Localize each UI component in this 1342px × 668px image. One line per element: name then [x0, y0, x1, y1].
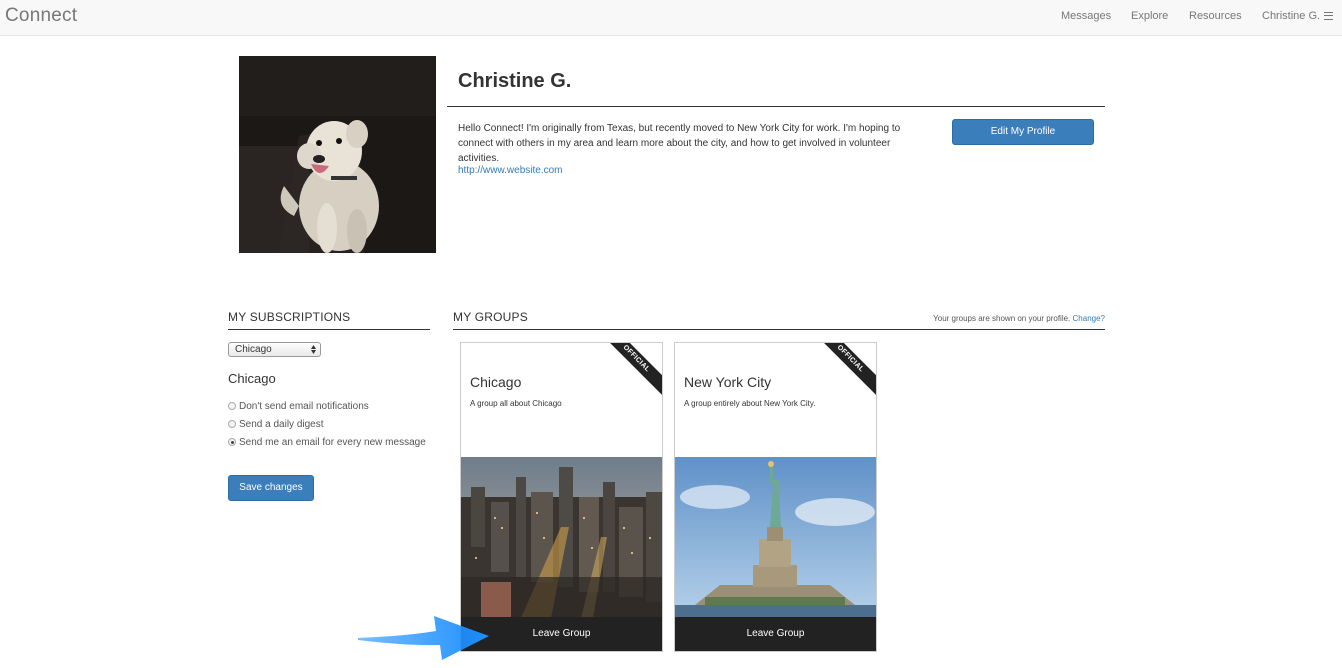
profile-divider — [447, 106, 1105, 107]
official-badge: OFFICIAL — [597, 343, 662, 398]
groups-note-text: Your groups are shown on your profile. — [933, 314, 1071, 323]
radio-button[interactable] — [228, 402, 236, 410]
annotation-arrow-icon — [358, 616, 489, 660]
radio-label: Send a daily digest — [239, 419, 324, 430]
profile-bio: Hello Connect! I'm originally from Texas… — [458, 123, 901, 164]
save-changes-button[interactable]: Save changes — [228, 475, 314, 501]
official-badge: OFFICIAL — [811, 343, 876, 398]
top-navbar: Connect Messages Explore Resources Chris… — [0, 0, 1342, 36]
nav-explore[interactable]: Explore — [1131, 10, 1168, 22]
radio-label: Don't send email notifications — [239, 401, 369, 412]
subscriptions-divider — [228, 329, 430, 330]
hamburger-menu-icon — [1324, 12, 1334, 20]
change-visibility-link[interactable]: Change? — [1073, 314, 1105, 323]
profile-name: Christine G. — [458, 70, 572, 92]
chicago-skyline-photo — [461, 457, 662, 618]
dog-photo — [239, 56, 436, 253]
user-menu[interactable]: Christine G. — [1262, 10, 1334, 22]
nav-messages[interactable]: Messages — [1061, 10, 1111, 22]
groups-visibility-note: Your groups are shown on your profile. C… — [933, 314, 1105, 323]
group-name[interactable]: Chicago — [470, 374, 521, 390]
subscriptions-heading: MY SUBSCRIPTIONS — [228, 310, 351, 324]
statue-of-liberty-image — [675, 457, 876, 618]
leave-group-button[interactable]: Leave Group — [461, 617, 662, 651]
groups-heading: MY GROUPS — [453, 310, 528, 324]
select-arrows-icon — [311, 345, 316, 354]
brand-logo[interactable]: Connect — [5, 5, 77, 27]
radio-no-email[interactable]: Don't send email notifications — [228, 401, 369, 412]
chicago-skyline-image — [461, 457, 662, 618]
profile-website-link[interactable]: http://www.website.com — [458, 165, 562, 176]
group-description: A group entirely about New York City. — [684, 399, 816, 408]
user-menu-label: Christine G. — [1262, 10, 1321, 22]
group-description: A group all about Chicago — [470, 399, 562, 408]
statue-of-liberty-photo — [675, 457, 876, 618]
edit-profile-button[interactable]: Edit My Profile — [952, 119, 1094, 145]
profile-avatar — [239, 56, 436, 253]
radio-button[interactable] — [228, 420, 236, 428]
radio-button-selected[interactable] — [228, 438, 236, 446]
groups-divider — [453, 329, 1105, 330]
subscription-city-heading: Chicago — [228, 371, 276, 386]
group-card-new-york-city[interactable]: OFFICIAL New York City A group entirely … — [674, 342, 877, 652]
subscription-city-select[interactable]: Chicago — [228, 342, 321, 357]
nav-resources[interactable]: Resources — [1189, 10, 1242, 22]
leave-group-button[interactable]: Leave Group — [675, 617, 876, 651]
group-name[interactable]: New York City — [684, 374, 771, 390]
radio-label: Send me an email for every new message — [239, 437, 426, 448]
select-value: Chicago — [235, 344, 272, 355]
radio-every-message[interactable]: Send me an email for every new message — [228, 437, 426, 448]
group-card-chicago[interactable]: OFFICIAL Chicago A group all about Chica… — [460, 342, 663, 652]
radio-daily-digest[interactable]: Send a daily digest — [228, 419, 324, 430]
